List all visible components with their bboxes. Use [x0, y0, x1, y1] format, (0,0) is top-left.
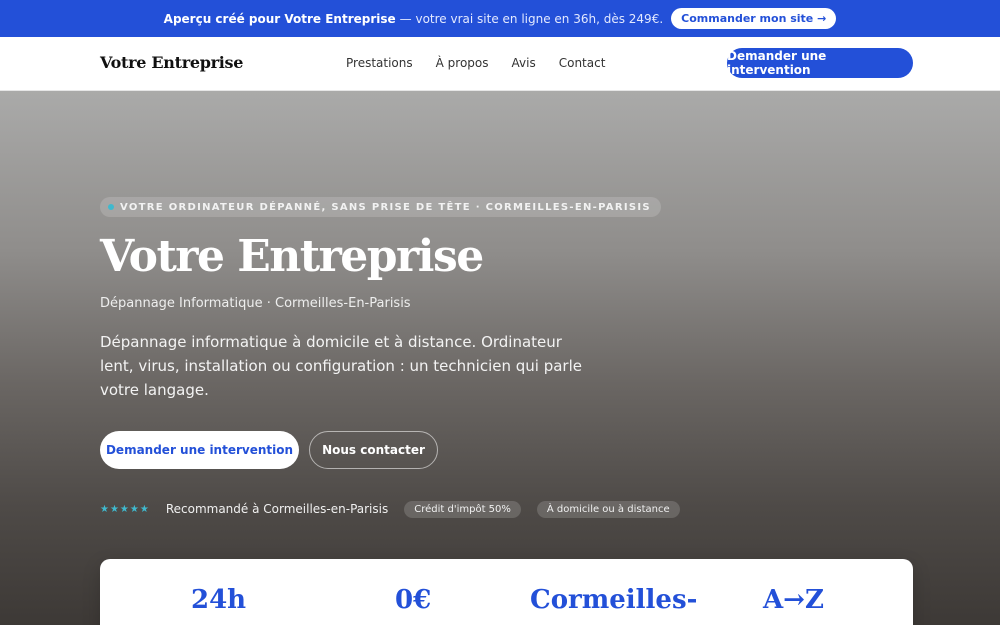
tax-credit-chip: Crédit d'impôt 50% [404, 500, 521, 518]
nav-item-prestations[interactable]: Prestations [346, 56, 413, 70]
rating-stars-icon: ★★★★★ [100, 503, 150, 515]
hero-contact-button[interactable]: Nous contacter [309, 431, 438, 469]
nav-item-a-propos[interactable]: À propos [436, 56, 489, 70]
hero-title: Votre Entreprise [100, 231, 484, 282]
promo-light-text: — votre vrai site en ligne en 36h, dès 2… [399, 11, 664, 26]
nav-request-intervention-button[interactable]: Demander une intervention [727, 48, 913, 78]
navbar: Votre Entreprise Prestations À propos Av… [0, 37, 1000, 91]
stats-card: 24h 0€ Cormeilles- A→Z [100, 559, 913, 625]
nav-item-contact[interactable]: Contact [559, 56, 606, 70]
hero-request-intervention-button[interactable]: Demander une intervention [100, 431, 299, 469]
promo-strong-text: Aperçu créé pour Votre Entreprise [163, 11, 396, 26]
trust-row: ★★★★★ Recommandé à Cormeilles-en-Parisis… [100, 499, 680, 519]
nav-item-avis[interactable]: Avis [512, 56, 536, 70]
tagline-text: VOTRE ORDINATEUR DÉPANNÉ, SANS PRISE DE … [120, 201, 651, 213]
stat-price: 0€ [395, 585, 432, 615]
order-site-button[interactable]: Commander mon site → [671, 8, 837, 29]
tagline-dot-icon [108, 204, 114, 210]
hero-description: Dépannage informatique à domicile et à d… [100, 333, 582, 399]
brand-logo[interactable]: Votre Entreprise [100, 53, 243, 72]
service-mode-chip: À domicile ou à distance [536, 500, 680, 518]
hero-section: VOTRE ORDINATEUR DÉPANNÉ, SANS PRISE DE … [0, 91, 1000, 625]
promo-banner: Aperçu créé pour Votre Entreprise — votr… [0, 0, 1000, 37]
hero-subtitle: Dépannage Informatique · Cormeilles-En-P… [100, 296, 411, 311]
trust-text: Recommandé à Cormeilles-en-Parisis [165, 502, 389, 516]
hero-tagline: VOTRE ORDINATEUR DÉPANNÉ, SANS PRISE DE … [100, 197, 661, 217]
stat-response-time: 24h [191, 585, 247, 615]
stat-scope: A→Z [763, 585, 824, 615]
stat-location: Cormeilles- [530, 585, 698, 615]
nav-menu: Prestations À propos Avis Contact [346, 56, 605, 70]
